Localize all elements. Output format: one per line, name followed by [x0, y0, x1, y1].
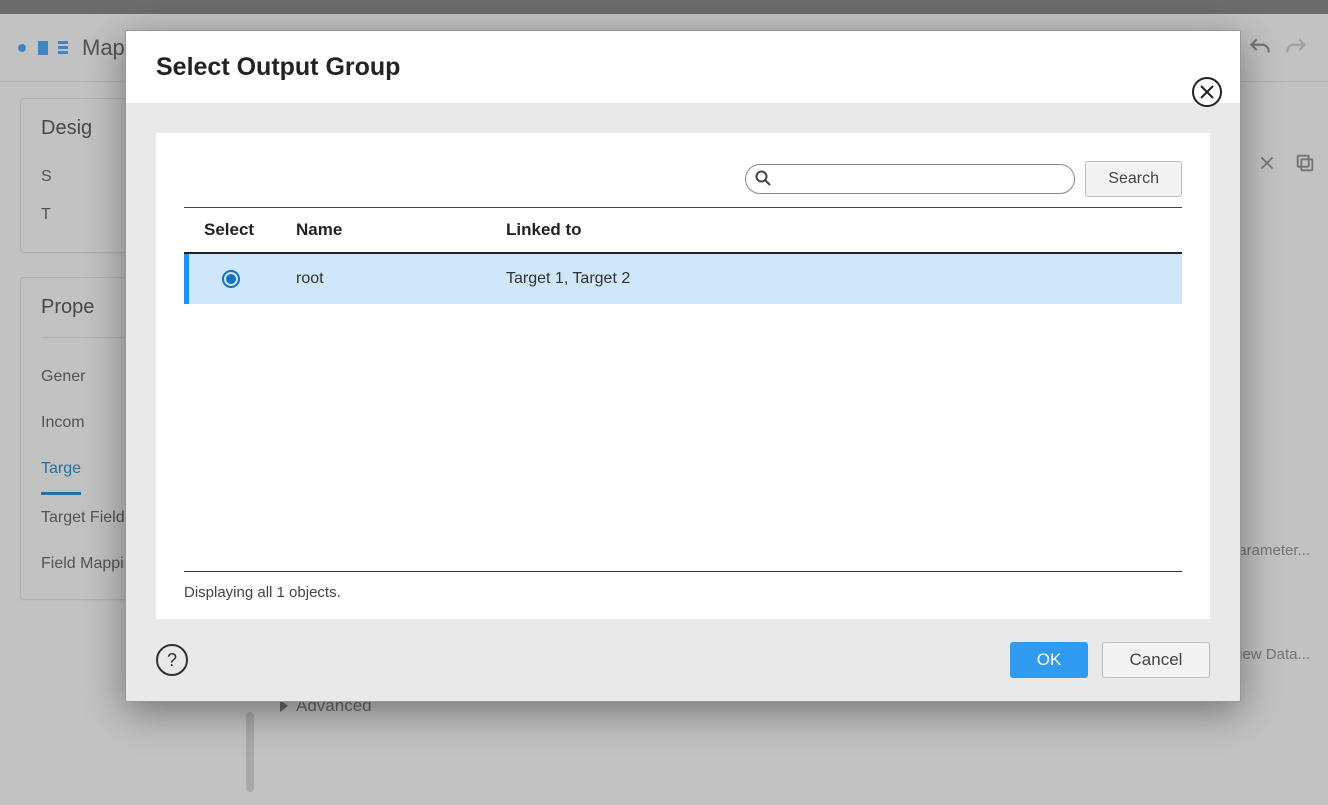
column-select: Select [204, 220, 296, 240]
column-linked-to: Linked to [506, 220, 1182, 240]
ok-button[interactable]: OK [1010, 642, 1088, 678]
help-button[interactable]: ? [156, 644, 188, 676]
dialog-title: Select Output Group [156, 53, 400, 82]
table-header: Select Name Linked to [184, 208, 1182, 254]
search-button[interactable]: Search [1085, 161, 1182, 197]
close-icon [1200, 85, 1214, 99]
dialog-footer: ? OK Cancel [126, 619, 1240, 701]
radio-dot-icon [226, 274, 236, 284]
cancel-button[interactable]: Cancel [1102, 642, 1210, 678]
close-button[interactable] [1192, 77, 1222, 107]
help-icon: ? [167, 650, 177, 671]
row-linked-to: Target 1, Target 2 [506, 270, 1182, 288]
select-output-group-dialog: Select Output Group Search Select Name L… [125, 30, 1241, 702]
dialog-header: Select Output Group [126, 31, 1240, 103]
dialog-panel: Search Select Name Linked to root Target… [156, 133, 1210, 619]
row-radio[interactable] [222, 270, 240, 288]
column-name: Name [296, 220, 506, 240]
search-input[interactable] [745, 164, 1075, 194]
search-icon [755, 170, 771, 186]
search-box [745, 164, 1075, 194]
table-row[interactable]: root Target 1, Target 2 [184, 254, 1182, 304]
panel-status: Displaying all 1 objects. [184, 571, 1182, 601]
dialog-content: Search Select Name Linked to root Target… [126, 103, 1240, 619]
search-row: Search [184, 161, 1182, 197]
row-name: root [296, 270, 506, 288]
